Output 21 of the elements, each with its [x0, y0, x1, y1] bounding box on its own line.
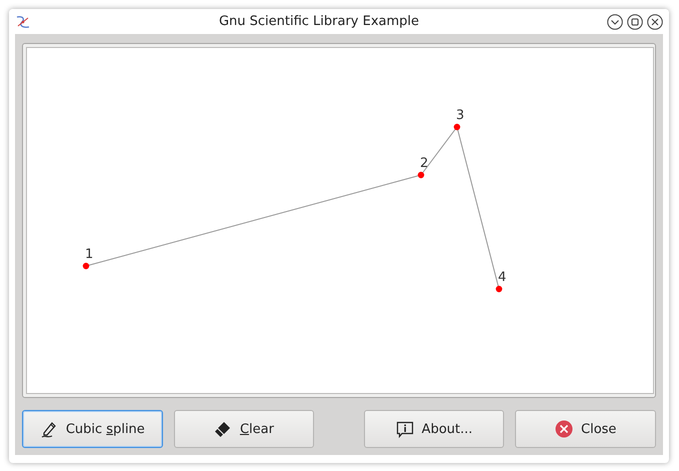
info-icon [396, 420, 414, 438]
spline-button[interactable]: Cubic spline [22, 410, 163, 448]
pen-icon [40, 420, 58, 438]
data-point [82, 262, 90, 270]
point-label: 4 [498, 270, 506, 285]
close-icon[interactable] [647, 14, 663, 30]
close-icon [555, 420, 573, 438]
minimize-icon[interactable] [607, 14, 623, 30]
data-point [454, 124, 460, 130]
point-label: 1 [85, 247, 94, 262]
data-point [418, 172, 424, 178]
clear-button[interactable]: Clear [174, 410, 314, 448]
close-button[interactable]: Close [515, 410, 656, 448]
maximize-icon[interactable] [627, 14, 643, 30]
window-title: Gnu Scientific Library Example [218, 14, 420, 29]
about-button[interactable]: About... [364, 410, 504, 448]
point-label: 3 [456, 108, 464, 123]
data-point [496, 286, 502, 292]
point-label: 2 [420, 156, 428, 171]
eraser-icon [214, 420, 232, 438]
app-icon [15, 14, 31, 30]
